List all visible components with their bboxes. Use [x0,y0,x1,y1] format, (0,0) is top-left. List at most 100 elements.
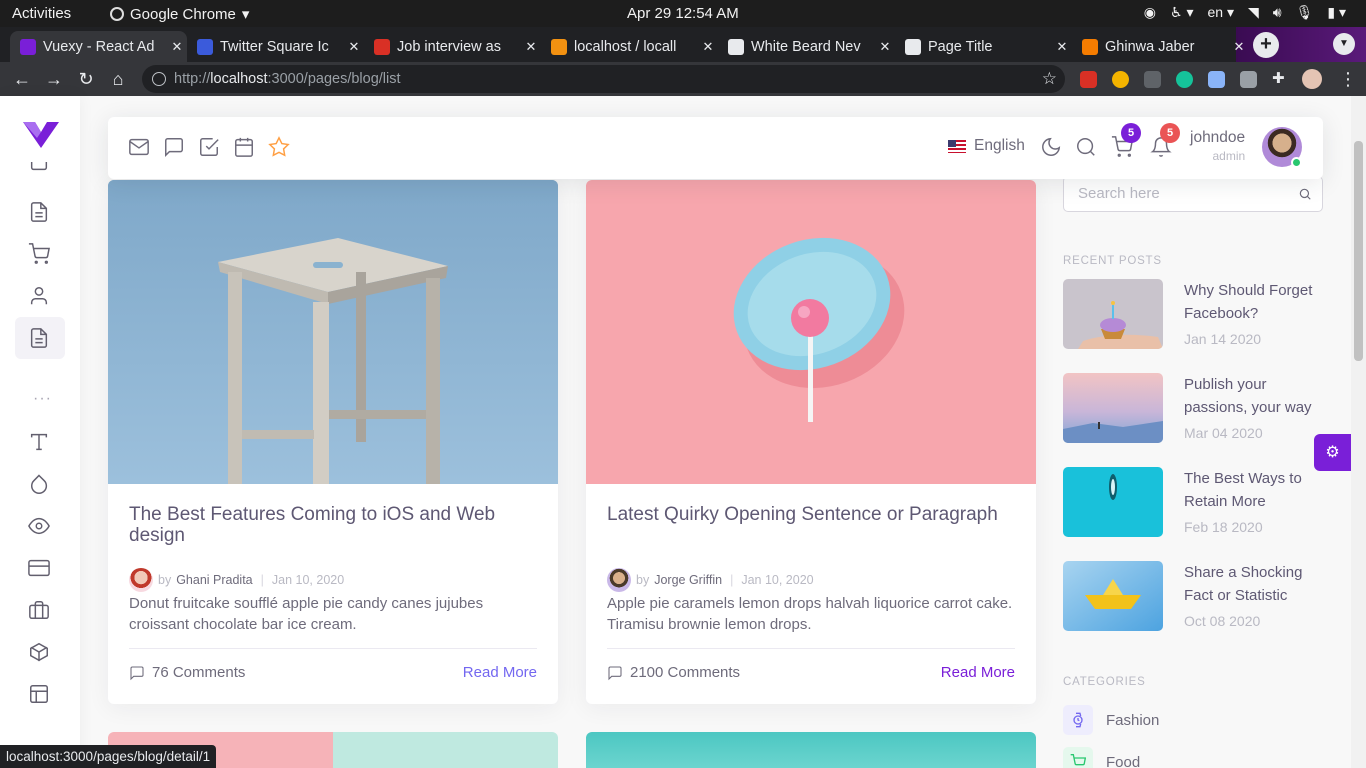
volume-icon[interactable]: 🔊︎ [1273,4,1282,21]
recent-post-thumb[interactable] [1063,279,1163,349]
author-name[interactable]: Ghani Pradita [176,573,252,587]
extension-icon[interactable] [1144,71,1161,88]
recent-post-title[interactable]: Why Should Forget Facebook? [1184,279,1324,325]
browser-tab[interactable]: White Beard Nev ✕ [718,31,895,62]
tab-search-button[interactable]: ▼ [1333,33,1355,55]
customizer-toggle-gear-icon[interactable]: ⚙ [1314,434,1351,471]
comments-count: 2100 Comments [630,664,741,681]
reload-icon[interactable]: ↻ [74,67,98,91]
app-menu[interactable]: Google Chrome ▾ [110,5,249,23]
recent-post-item[interactable]: Share a Shocking Fact or Statistic Oct 0… [1063,561,1323,633]
home-icon[interactable]: ⌂ [106,67,130,91]
bookmark-star-icon[interactable]: ☆ [1042,65,1057,93]
tab-close-icon[interactable]: ✕ [1229,39,1249,55]
address-bar[interactable]: http://localhost:3000/pages/blog/list ☆ [142,65,1065,93]
credit-card-icon[interactable] [28,557,52,581]
recent-post-thumb[interactable] [1063,467,1163,537]
language-dropdown[interactable]: English [948,137,1025,155]
author-avatar[interactable] [129,568,153,592]
search-icon[interactable] [1075,136,1099,160]
extension-icon[interactable] [1208,71,1225,88]
read-more-link[interactable]: Read More [463,664,537,681]
extension-icon[interactable] [1080,71,1097,88]
recent-post-title[interactable]: Publish your passions, your way [1184,373,1324,419]
vuexy-logo[interactable] [23,122,59,148]
browser-tab[interactable]: Twitter Square Ic ✕ [187,31,364,62]
chrome-menu-icon[interactable]: ⋮ [1336,67,1360,91]
comments-link[interactable]: 76 Comments [129,664,245,681]
recent-post-title[interactable]: The Best Ways to Retain More [1184,467,1324,513]
extension-icon[interactable] [1112,71,1129,88]
activities-button[interactable]: Activities [12,5,71,22]
tab-favicon-icon [551,38,567,55]
tab-close-icon[interactable]: ✕ [344,39,364,55]
discord-icon[interactable]: ◉ [1144,4,1156,21]
read-more-link[interactable]: Read More [941,664,1015,681]
battery-icon[interactable]: ▮ ▾ [1327,4,1346,21]
accessibility-icon[interactable]: ♿ ▾ [1170,4,1193,21]
browser-tab[interactable]: Vuexy - React Ad ✕ [10,31,187,62]
eye-icon[interactable] [28,515,52,539]
category-item-food[interactable]: Food [1063,747,1140,768]
scrollbar-thumb[interactable] [1354,141,1363,361]
recent-post-item[interactable]: Publish your passions, your way Mar 04 2… [1063,373,1323,445]
system-tray[interactable]: ◉ ♿ ▾ en ▾ ◥ 🔊︎ 🎙︎ ▮ ▾ [1144,4,1346,21]
page-scrollbar[interactable] [1351,96,1366,768]
chat-icon[interactable] [163,136,187,160]
blog-card-image-partial[interactable] [586,732,1036,768]
recent-post-item[interactable]: Why Should Forget Facebook? Jan 14 2020 [1063,279,1323,351]
browser-tab[interactable]: localhost / locall ✕ [541,31,718,62]
clock[interactable]: Apr 29 12:54 AM [627,5,739,22]
post-title[interactable]: The Best Features Coming to iOS and Web … [129,504,539,546]
calendar-icon[interactable] [233,136,257,160]
blog-search-input[interactable]: Search here [1063,176,1323,212]
pages-icon[interactable] [28,327,52,351]
language-indicator[interactable]: en ▾ [1207,4,1234,21]
shopping-cart-icon[interactable] [28,243,52,267]
user-dropdown[interactable]: johndoe admin [1190,129,1245,163]
browser-tab[interactable]: Ghinwa Jaber ✕ [1072,31,1249,62]
profile-avatar[interactable] [1302,69,1322,89]
extensions-puzzle-icon[interactable]: ✚ [1272,69,1289,87]
search-icon[interactable] [1298,187,1312,201]
forward-icon[interactable]: → [42,67,66,91]
recent-post-thumb[interactable] [1063,561,1163,631]
check-square-icon[interactable] [198,136,222,160]
file-text-icon[interactable] [28,201,52,225]
box-icon[interactable] [28,641,52,665]
layout-icon[interactable] [28,683,52,707]
star-icon[interactable] [268,136,292,160]
type-icon[interactable] [28,431,52,455]
recent-post-item[interactable]: The Best Ways to Retain More Feb 18 2020 [1063,467,1323,539]
menu-item-partial[interactable] [28,162,52,172]
mic-icon[interactable]: 🎙︎ [1296,4,1314,21]
tab-close-icon[interactable]: ✕ [698,39,718,55]
recent-post-title[interactable]: Share a Shocking Fact or Statistic [1184,561,1324,607]
mail-icon[interactable] [128,136,152,160]
grammarly-icon[interactable] [1176,71,1193,88]
tab-close-icon[interactable]: ✕ [521,39,541,55]
new-tab-button[interactable]: + [1253,32,1279,58]
back-icon[interactable]: ← [10,67,34,91]
tab-close-icon[interactable]: ✕ [875,39,895,55]
post-image-stool[interactable] [108,180,558,484]
browser-tab[interactable]: Job interview as ✕ [364,31,541,62]
recent-post-thumb[interactable] [1063,373,1163,443]
wifi-icon[interactable]: ◥ [1248,4,1259,21]
droplet-icon[interactable] [28,473,52,497]
tab-close-icon[interactable]: ✕ [1052,39,1072,55]
author-avatar[interactable] [607,568,631,592]
browser-tab[interactable]: Page Title ✕ [895,31,1072,62]
moon-icon[interactable] [1040,136,1064,160]
category-item-fashion[interactable]: Fashion [1063,705,1159,735]
post-image-lollipop[interactable] [586,180,1036,484]
briefcase-icon[interactable] [28,599,52,623]
author-name[interactable]: Jorge Griffin [654,573,722,587]
user-icon[interactable] [28,285,52,309]
url-host: localhost [210,71,268,87]
tab-close-icon[interactable]: ✕ [167,39,187,55]
camera-icon[interactable] [1240,71,1257,88]
comments-link[interactable]: 2100 Comments [607,664,740,681]
site-info-icon[interactable] [152,72,166,86]
post-title[interactable]: Latest Quirky Opening Sentence or Paragr… [607,504,1017,525]
